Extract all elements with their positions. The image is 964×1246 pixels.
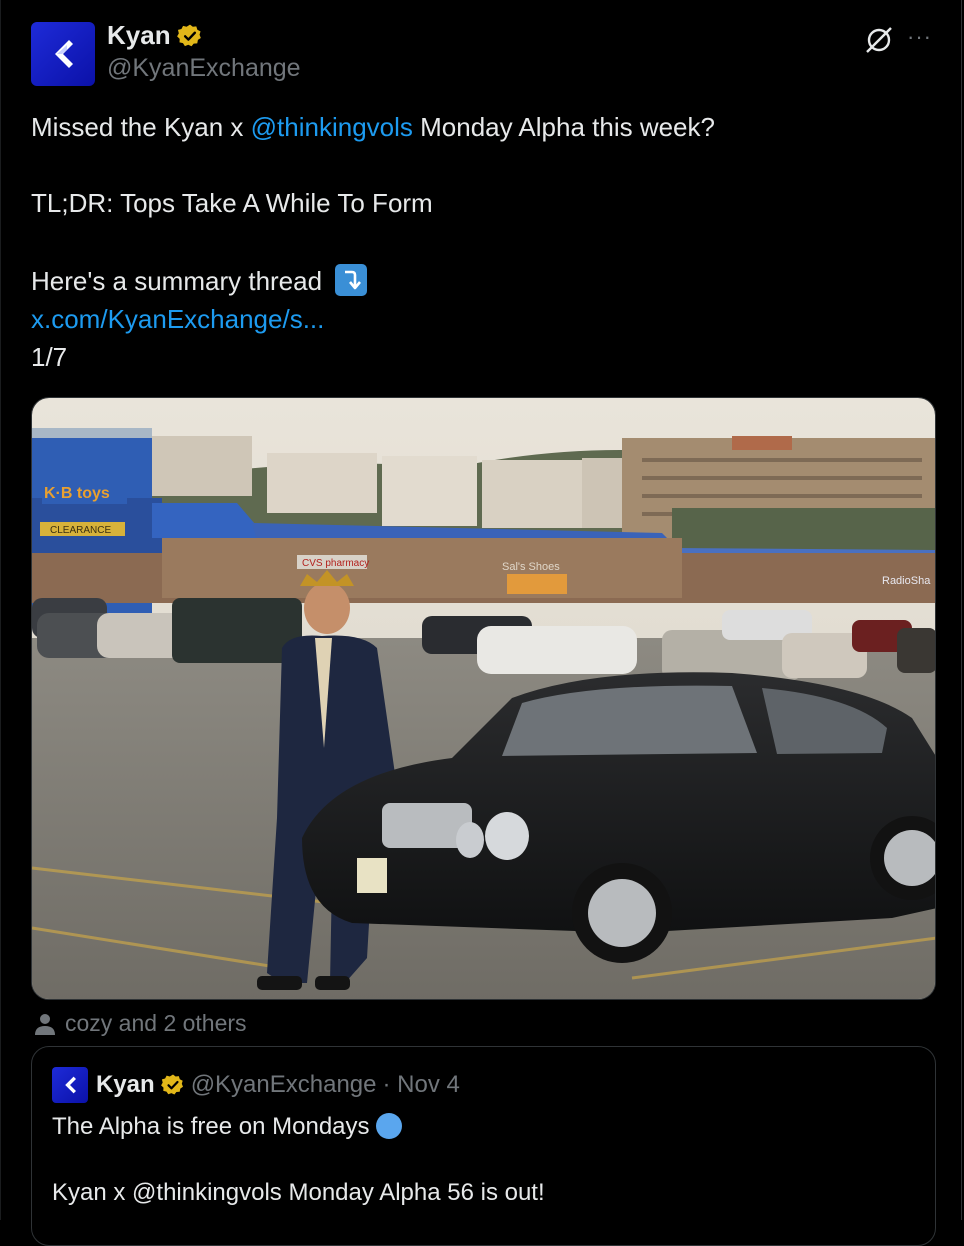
kyan-logo-icon [55,40,73,68]
grok-icon[interactable] [863,24,895,56]
post-text-post: Monday Alpha this week? [412,112,715,142]
post-container: Kyan @KyanExchange ··· Missed the Kyan x… [0,0,962,1246]
quote-line-1: The Alpha is free on Mondays [52,1113,370,1140]
blue-circle-icon [375,1113,402,1139]
verified-badge-icon [176,24,201,46]
post-text-summary: Here's a summary thread [31,266,323,296]
quote-author-name[interactable]: Kyan [96,1071,155,1099]
quote-header: Kyan @KyanExchange · Nov 4 [96,1071,460,1099]
sign-clearance: CLEARANCE [50,525,111,536]
quote-avatar[interactable] [52,1067,88,1103]
tagged-users[interactable]: cozy and 2 others [33,1010,247,1037]
tagged-text: cozy and 2 others [65,1010,247,1036]
kyan-logo-icon [65,1076,76,1094]
sign-radioshack: RadioSha [882,575,931,587]
quote-author-handle[interactable]: @KyanExchange [191,1071,377,1099]
post-text-pre: Missed the Kyan x [31,112,251,142]
thread-counter: 1/7 [31,342,68,372]
more-icon[interactable]: ··· [907,24,932,50]
verified-badge-icon [160,1074,183,1095]
quote-text-line-1: The Alpha is free on Mondays [52,1113,402,1141]
arrow-down-right-icon [335,264,368,296]
post-text-line-1: Missed the Kyan x @thinkingvols Monday A… [31,112,715,143]
quote-date: · Nov 4 [382,1071,460,1098]
author-handle[interactable]: @KyanExchange [107,54,301,83]
thread-link[interactable]: x.com/KyanExchange/s... [31,304,324,335]
parking-lot-photo: K·B toys CLEARANCE CVS pharmacy Sal's Sh… [32,398,935,999]
post-text-line-2: TL;DR: Tops Take A While To Form [31,188,433,218]
sign-kbtoys: K·B toys [44,485,110,502]
mention-link[interactable]: @thinkingvols [251,112,413,142]
person-icon [35,1013,55,1035]
post-text-line-3: Here's a summary thread [31,264,368,297]
sign-store: Sal's Shoes [502,561,560,573]
quote-text-line-2: Kyan x @thinkingvols Monday Alpha 56 is … [52,1179,545,1206]
sign-cvs: CVS pharmacy [302,558,369,569]
quote-tweet[interactable]: Kyan @KyanExchange · Nov 4 The Alpha is … [31,1046,936,1246]
post-image[interactable]: K·B toys CLEARANCE CVS pharmacy Sal's Sh… [31,397,936,1000]
author-name[interactable]: Kyan [107,20,171,51]
author-name-row[interactable]: Kyan [107,20,203,51]
avatar[interactable] [31,22,95,86]
